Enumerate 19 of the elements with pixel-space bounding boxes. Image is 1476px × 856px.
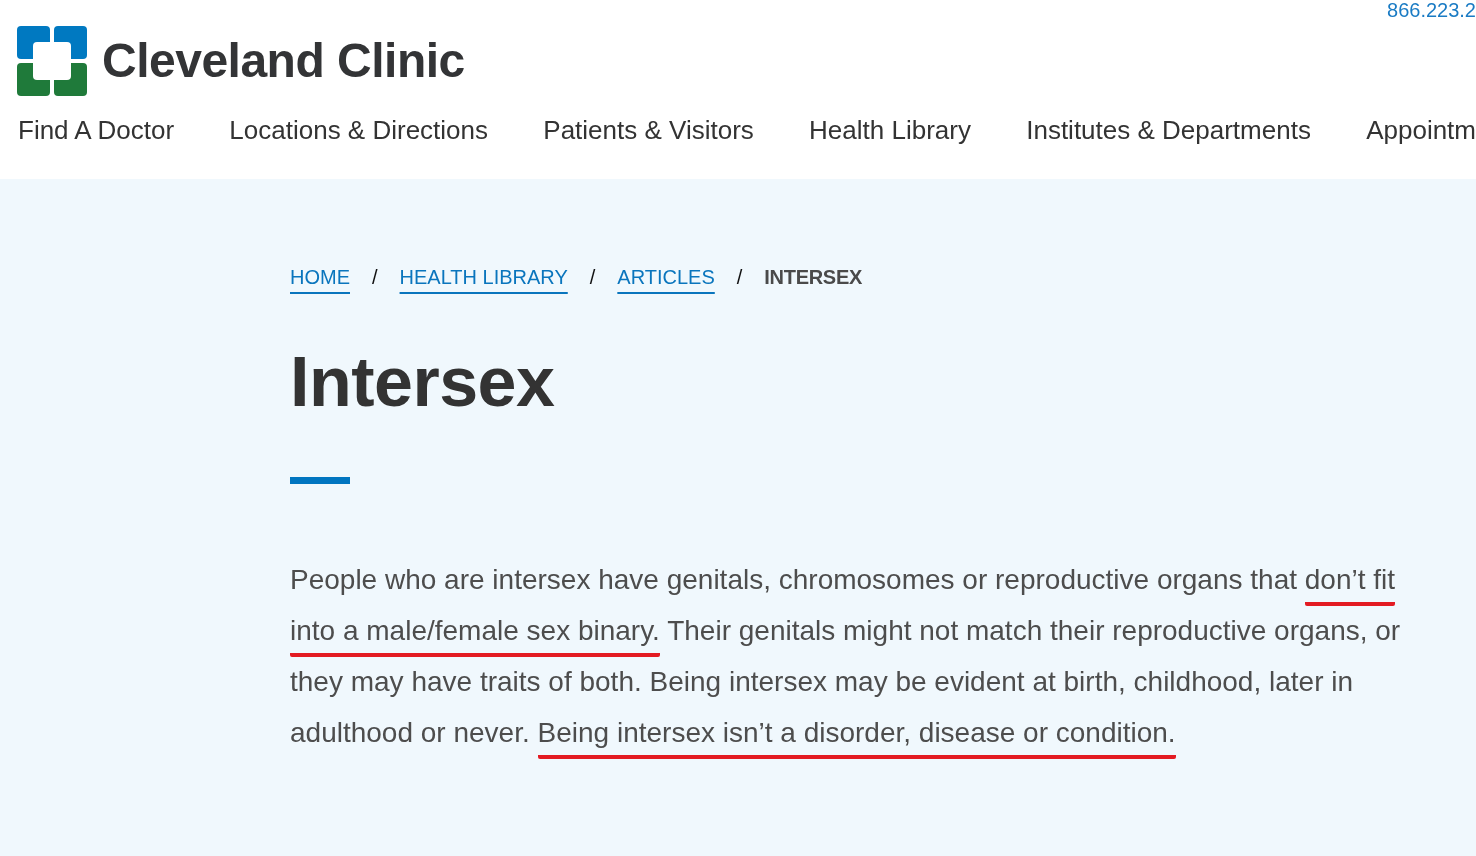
phone-number[interactable]: 866.223.2 — [1387, 0, 1476, 20]
breadcrumb-link[interactable]: HOME — [290, 265, 350, 289]
breadcrumb-link[interactable]: HEALTH LIBRARY — [399, 265, 568, 289]
nav-link[interactable]: Patients & Visitors — [543, 114, 754, 146]
nav-link[interactable]: Institutes & Departments — [1026, 114, 1311, 146]
article-title: Intersex — [290, 347, 555, 417]
breadcrumb-separator: / — [372, 265, 378, 289]
title-accent-bar — [290, 477, 350, 484]
breadcrumb-link[interactable]: ARTICLES — [617, 265, 715, 289]
brand-name: Cleveland Clinic — [102, 33, 465, 89]
nav-link[interactable]: Appointm — [1366, 114, 1476, 146]
breadcrumb-separator: / — [589, 265, 596, 289]
cross-logo-icon — [17, 26, 87, 96]
breadcrumb-separator: / — [736, 265, 743, 289]
breadcrumb-current: INTERSEX — [764, 265, 862, 289]
nav-link[interactable]: Health Library — [809, 114, 971, 146]
nav-link[interactable]: Find A Doctor — [18, 114, 175, 146]
article-intro: People who are intersex have genitals, chromosomes or reproductive organs that don’t fit into a male/female sex binary. Their genitals might not match their reproductive organs, or they may have traits of both. Being intersex may be evident at birth, childhood, later in adulthood or never. Being intersex isn’t a disorder, disease or condition. — [290, 554, 1435, 758]
nav-link[interactable]: Locations & Directions — [229, 114, 489, 146]
